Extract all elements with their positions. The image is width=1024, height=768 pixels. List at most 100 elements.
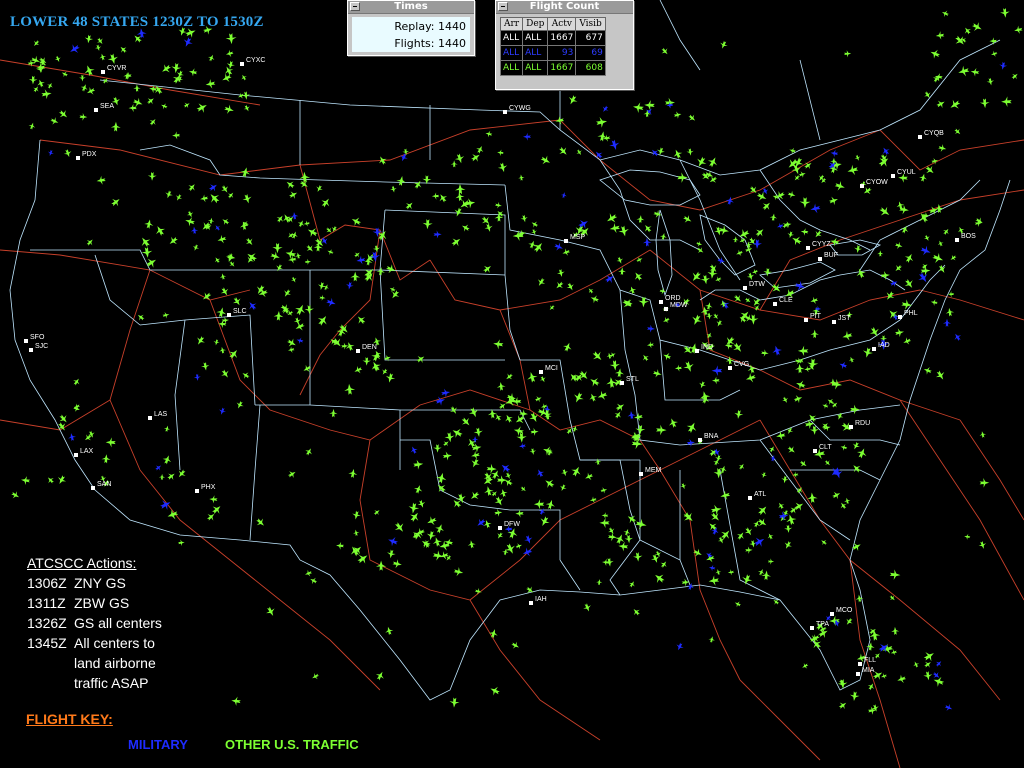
- minimize-icon[interactable]: [498, 2, 508, 11]
- aircraft-icon: [188, 184, 195, 192]
- aircraft-icon: [375, 560, 387, 571]
- aircraft-icon: [786, 427, 794, 434]
- aircraft-icon: [54, 55, 61, 63]
- aircraft-icon: [568, 95, 578, 105]
- aircraft-icon: [350, 271, 361, 282]
- table-row[interactable]: ALL ALL 1667 608: [499, 60, 606, 76]
- aircraft-icon: [162, 455, 172, 465]
- airport-bna: BNA: [698, 433, 719, 442]
- aircraft-icon: [209, 495, 218, 504]
- svg-text:IAD: IAD: [878, 342, 890, 349]
- aircraft-icon: [829, 196, 838, 206]
- aircraft-icon: [219, 346, 227, 354]
- aircraft-icon: [781, 475, 789, 484]
- minimize-icon[interactable]: [350, 2, 360, 11]
- aircraft-icon: [183, 102, 190, 109]
- aircraft-icon: [715, 276, 722, 283]
- aircraft-icon: [588, 288, 594, 294]
- svg-text:MSP: MSP: [570, 234, 586, 241]
- aircraft-icon: [439, 194, 448, 203]
- aircraft-icon: [923, 367, 932, 375]
- aircraft-icon: [303, 220, 310, 227]
- aircraft-icon: [936, 100, 945, 109]
- aircraft-icon: [749, 540, 757, 548]
- aircraft-icon: [924, 661, 931, 668]
- aircraft-icon: [444, 432, 455, 443]
- aircraft-icon: [408, 502, 420, 514]
- action-text: ZNY GS: [74, 575, 126, 591]
- airport-phx: PHX: [195, 484, 216, 493]
- times-window-titlebar[interactable]: Times: [348, 1, 474, 14]
- military-aircraft-icon: [554, 242, 563, 251]
- times-window[interactable]: Times Replay: 1440 Flights: 1440: [347, 0, 475, 56]
- svg-text:IND: IND: [701, 344, 713, 351]
- aircraft-icon: [715, 569, 722, 576]
- aircraft-icon: [188, 68, 198, 77]
- aircraft-icon: [832, 491, 841, 500]
- svg-text:MCO: MCO: [836, 607, 853, 614]
- aircraft-icon: [822, 403, 829, 409]
- replay-row: Replay: 1440: [356, 18, 466, 35]
- military-aircraft-icon: [686, 438, 695, 447]
- aircraft-icon: [848, 356, 855, 363]
- aircraft-icon: [413, 180, 422, 189]
- replay-label: Replay:: [394, 20, 435, 33]
- table-row[interactable]: ALL ALL 93 69: [499, 45, 606, 61]
- aircraft-icon: [880, 270, 890, 281]
- aircraft-icon: [734, 409, 744, 419]
- svg-text:CVG: CVG: [734, 361, 749, 368]
- aircraft-icon: [319, 294, 326, 301]
- aircraft-icon: [623, 528, 631, 536]
- aircraft-icon: [889, 595, 895, 601]
- table-cell: ALL: [499, 60, 524, 76]
- aircraft-icon: [810, 296, 819, 305]
- aircraft-icon: [782, 396, 788, 403]
- column-header[interactable]: Actv: [547, 17, 577, 31]
- aircraft-icon: [178, 539, 185, 547]
- aircraft-icon: [373, 510, 380, 516]
- military-aircraft-icon: [754, 537, 765, 547]
- column-header[interactable]: Arr: [499, 17, 524, 31]
- aircraft-icon: [686, 422, 697, 433]
- aircraft-icon: [467, 540, 476, 549]
- aircraft-icon: [964, 27, 971, 35]
- aircraft-icon: [95, 44, 102, 51]
- military-aircraft-icon: [999, 61, 1008, 70]
- aircraft-icon: [1014, 25, 1023, 34]
- flight-count-window[interactable]: Flight Count Arr Dep Actv Visib ALL ALL …: [495, 0, 634, 90]
- aircraft-icon: [736, 249, 743, 257]
- aircraft-icon: [583, 603, 591, 612]
- aircraft-icon: [663, 316, 670, 324]
- aircraft-icon: [242, 372, 250, 379]
- aircraft-icon: [284, 289, 291, 297]
- aircraft-icon: [935, 370, 945, 380]
- aircraft-icon: [486, 463, 497, 474]
- svg-text:SEA: SEA: [100, 103, 114, 110]
- aircraft-icon: [607, 532, 617, 542]
- military-aircraft-icon: [433, 230, 442, 239]
- aircraft-icon: [167, 509, 179, 520]
- aircraft-icon: [596, 117, 608, 128]
- aircraft-icon: [329, 408, 338, 418]
- aircraft-icon: [945, 307, 955, 317]
- flight-count-window-titlebar[interactable]: Flight Count: [496, 1, 633, 14]
- aircraft-icon: [607, 213, 618, 223]
- military-aircraft-icon: [708, 564, 716, 572]
- aircraft-icon: [431, 192, 440, 200]
- table-row[interactable]: ALL ALL 1667 677: [499, 30, 606, 46]
- aircraft-icon: [829, 615, 840, 627]
- aircraft-icon: [786, 514, 797, 526]
- column-header[interactable]: Visib: [575, 17, 606, 31]
- aircraft-icon: [755, 229, 764, 237]
- svg-text:BNA: BNA: [704, 433, 719, 440]
- aircraft-icon: [352, 546, 362, 555]
- aircraft-icon: [601, 512, 609, 519]
- aircraft-icon: [442, 451, 452, 461]
- aircraft-icon: [405, 202, 413, 210]
- column-header[interactable]: Dep: [522, 17, 549, 31]
- svg-text:PIT: PIT: [810, 313, 822, 320]
- aircraft-icon: [305, 448, 312, 456]
- aircraft-icon: [493, 339, 504, 350]
- aircraft-icon: [589, 496, 597, 504]
- aircraft-icon: [390, 185, 397, 193]
